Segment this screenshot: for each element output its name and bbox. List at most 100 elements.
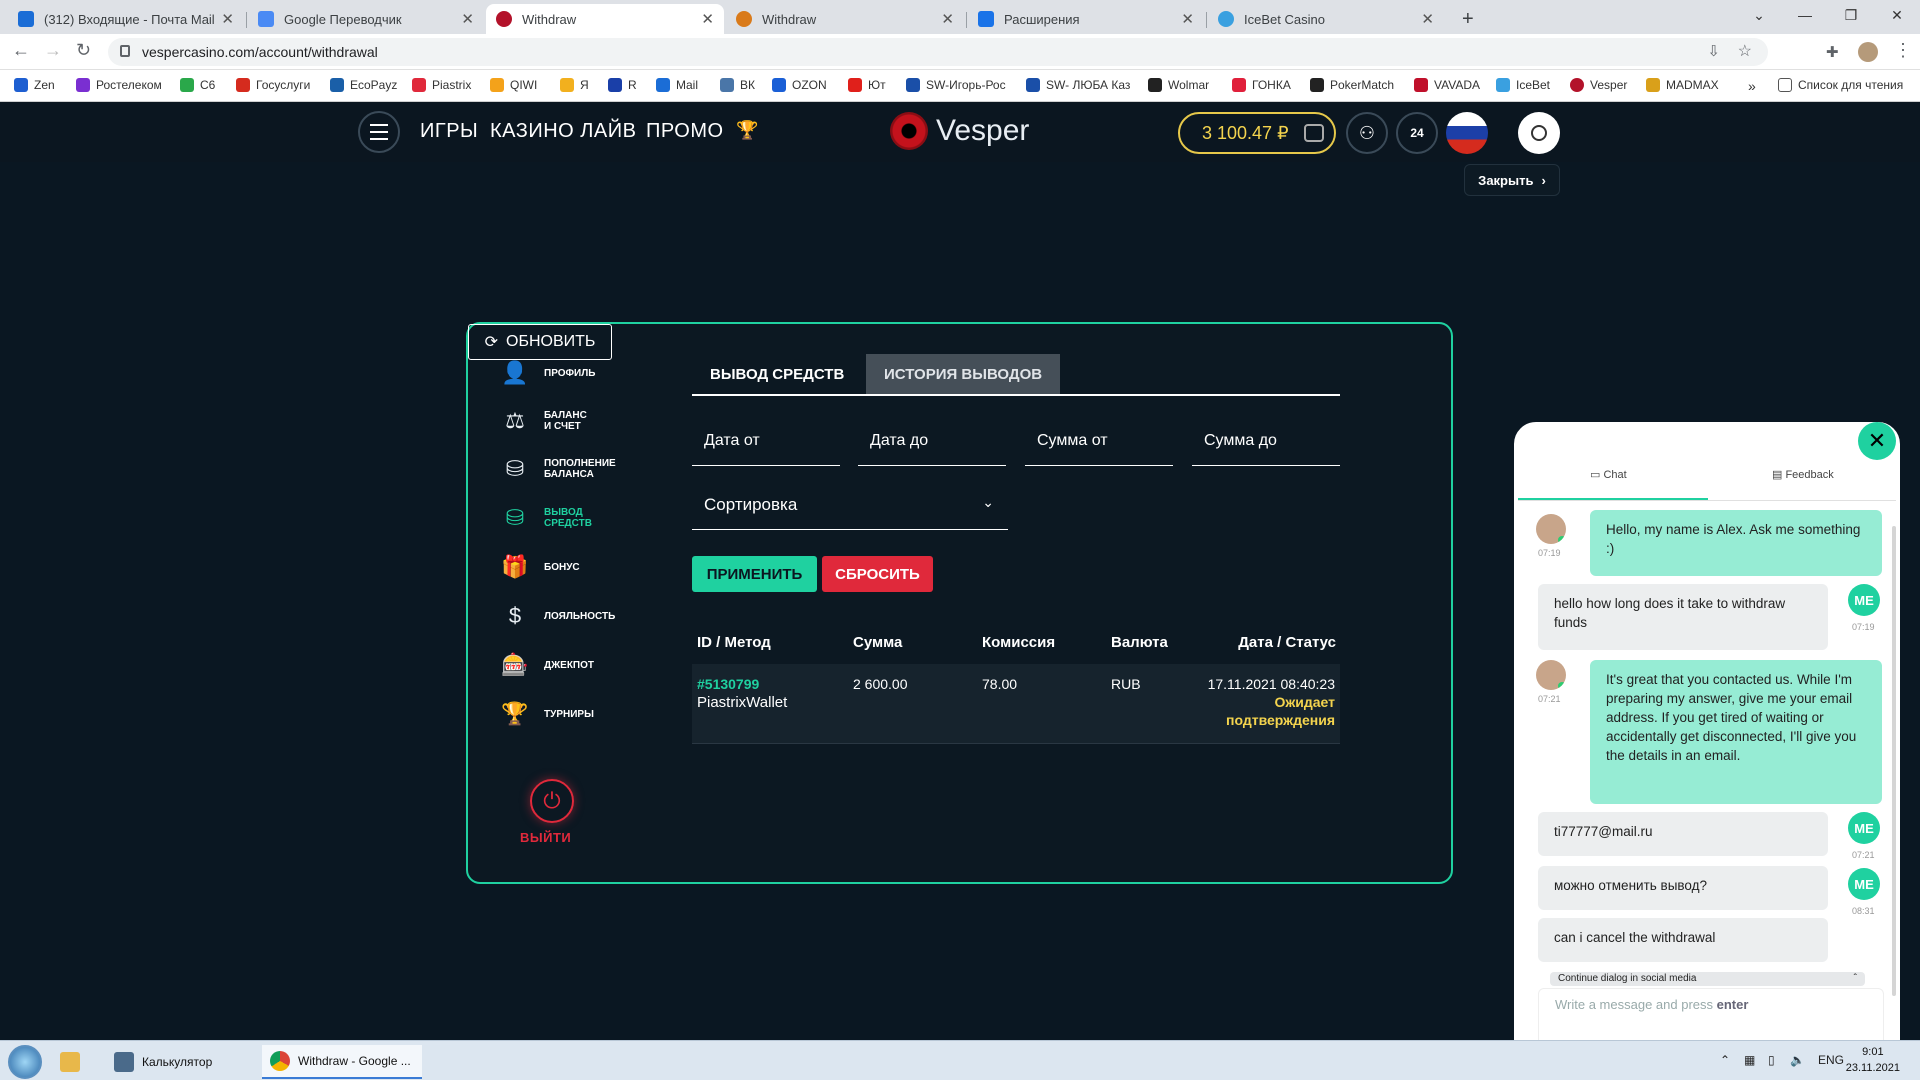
bookmark-mail[interactable]: Mail: [656, 78, 698, 92]
close-tab-icon[interactable]: ✕: [1421, 10, 1434, 28]
sort-select[interactable]: Сортировка ⌄: [692, 480, 1008, 530]
back-icon[interactable]: ←: [12, 40, 30, 61]
network-icon[interactable]: ▦: [1744, 1053, 1755, 1067]
date-from-field[interactable]: Дата от: [692, 416, 840, 466]
sidebar-item-profile[interactable]: 👤 Профиль: [498, 356, 634, 390]
sidebar-item-withdraw[interactable]: ⛁ Вывод средств: [498, 501, 594, 535]
close-tab-icon[interactable]: ✕: [221, 10, 234, 28]
bookmark-sw-igor[interactable]: SW-Игорь-Рос: [906, 78, 1006, 92]
date-to-field[interactable]: Дата до: [858, 416, 1006, 466]
feedback-tab[interactable]: ▤ Feedback: [1772, 468, 1834, 481]
language-russia-flag-icon[interactable]: [1446, 112, 1488, 154]
sidebar-item-balance[interactable]: ⚖ Баланс и счет: [498, 404, 594, 438]
sidebar-item-loyalty[interactable]: $ Лояльность: [498, 599, 634, 633]
tab-search-icon[interactable]: ⌄: [1736, 0, 1782, 30]
vesper-logo[interactable]: Vesper: [890, 112, 1029, 150]
social-media-dialog-bar[interactable]: Continue dialog in social media ˆ: [1550, 972, 1865, 986]
address-bar[interactable]: vespercasino.com/account/withdrawal ⇩ ☆: [108, 38, 1768, 66]
close-button[interactable]: Закрыть ›: [1464, 164, 1560, 196]
bookmark-vavada[interactable]: VAVADA: [1414, 78, 1480, 92]
close-tab-icon[interactable]: ✕: [1181, 10, 1194, 28]
browser-tab-translate[interactable]: Google Переводчик ✕: [248, 4, 484, 34]
search-button[interactable]: [1518, 112, 1560, 154]
sidebar-item-bonus[interactable]: 🎁 Бонус: [498, 550, 634, 584]
volume-icon[interactable]: 🔈: [1790, 1053, 1805, 1067]
logout-label[interactable]: ВЫЙТИ: [520, 830, 571, 845]
chat-tab[interactable]: ▭ Chat: [1590, 468, 1627, 481]
browser-tab-extensions[interactable]: Расширения ✕: [968, 4, 1204, 34]
browser-tab-withdraw-active[interactable]: Withdraw ✕: [486, 4, 724, 34]
bookmark-vk[interactable]: ВК: [720, 78, 755, 92]
close-tab-icon[interactable]: ✕: [701, 10, 714, 28]
forward-icon[interactable]: →: [44, 40, 62, 61]
reset-button[interactable]: СБРОСИТЬ: [822, 556, 933, 592]
bookmark-youtube[interactable]: Ют: [848, 78, 886, 92]
trophy-icon[interactable]: 🏆: [736, 120, 758, 141]
nav-live-casino[interactable]: КАЗИНО ЛАЙВ: [490, 120, 636, 143]
close-tab-icon[interactable]: ✕: [941, 10, 954, 28]
tab-withdraw-history[interactable]: ИСТОРИЯ ВЫВОДОВ: [866, 354, 1061, 394]
bookmark-gonka[interactable]: ГОНКА: [1232, 78, 1291, 92]
bookmark-r[interactable]: R: [608, 78, 637, 92]
profile-avatar-icon[interactable]: [1858, 42, 1878, 62]
close-tab-icon[interactable]: ✕: [461, 10, 474, 28]
taskbar-calculator[interactable]: Калькулятор: [106, 1045, 258, 1079]
bookmark-icebet[interactable]: IceBet: [1496, 78, 1550, 92]
user-icon: 👤: [501, 360, 529, 385]
sidebar-item-jackpot[interactable]: 🎰 Джекпот: [498, 648, 634, 682]
extensions-icon[interactable]: ✚: [1826, 43, 1839, 61]
bookmark-gosuslugi[interactable]: Госуслуги: [236, 78, 310, 92]
logout-button[interactable]: ⏻: [530, 779, 574, 823]
windows-taskbar: Калькулятор Withdraw - Google ... ⌃ ▦ ▯ …: [0, 1040, 1920, 1080]
bookmark-piastrix[interactable]: Piastrix: [412, 78, 471, 92]
withdraw-id-link[interactable]: #5130799: [697, 676, 759, 692]
window-close-button[interactable]: ✕: [1874, 0, 1920, 30]
bookmark-star-icon[interactable]: ☆: [1738, 41, 1752, 61]
bookmark-vesper[interactable]: Vesper: [1570, 78, 1627, 92]
bookmark-c6[interactable]: C6: [180, 78, 215, 92]
sidebar-item-tournaments[interactable]: 🏆 Турниры: [498, 697, 634, 731]
nav-promo[interactable]: ПРОМО: [646, 120, 724, 143]
new-tab-button[interactable]: +: [1452, 4, 1482, 34]
browser-tab-icebet[interactable]: IceBet Casino ✕: [1208, 4, 1444, 34]
tab-withdraw[interactable]: ВЫВОД СРЕДСТВ: [692, 354, 862, 394]
bookmark-wolmar[interactable]: Wolmar: [1148, 78, 1209, 92]
amount-from-field[interactable]: Сумма от: [1025, 416, 1173, 466]
sidebar-item-deposit[interactable]: ⛁ Пополнение баланса: [498, 452, 634, 486]
bookmark-sw-luba[interactable]: SW- ЛЮБА Каз: [1026, 78, 1130, 92]
amount-to-field[interactable]: Сумма до: [1192, 416, 1340, 466]
taskbar-chrome[interactable]: Withdraw - Google ...: [262, 1045, 422, 1079]
start-button[interactable]: [8, 1045, 42, 1079]
balance-button[interactable]: 3 100.47 ₽: [1178, 112, 1336, 154]
bookmark-madmax[interactable]: MADMAX: [1646, 78, 1719, 92]
power-icon[interactable]: ▯: [1768, 1053, 1775, 1067]
language-indicator[interactable]: ENG: [1818, 1053, 1844, 1067]
restore-button[interactable]: ❐: [1828, 0, 1874, 30]
bookmark-rostelecom[interactable]: Ростелеком: [76, 78, 162, 92]
reload-icon[interactable]: ↻: [76, 40, 91, 61]
support-24-button[interactable]: 24: [1396, 112, 1438, 154]
reading-list[interactable]: Список для чтения: [1778, 78, 1903, 92]
chat-scrollbar[interactable]: [1892, 526, 1896, 996]
more-bookmarks-icon[interactable]: »: [1748, 78, 1756, 94]
bookmark-ozon[interactable]: OZON: [772, 78, 827, 92]
explorer-taskbar-icon[interactable]: [60, 1045, 88, 1079]
bookmark-zen[interactable]: Zen: [14, 78, 55, 92]
browser-tab-withdraw[interactable]: Withdraw ✕: [726, 4, 964, 34]
bookmark-qiwi[interactable]: QIWI: [490, 78, 537, 92]
chat-close-button[interactable]: ✕: [1858, 422, 1896, 460]
browser-tab-mail[interactable]: (312) Входящие - Почта Mail.ru ✕: [8, 4, 244, 34]
system-clock[interactable]: 9:01 23.11.2021: [1846, 1044, 1900, 1076]
minimize-button[interactable]: —: [1782, 0, 1828, 30]
apply-button[interactable]: ПРИМЕНИТЬ: [692, 556, 817, 592]
tray-expand-icon[interactable]: ⌃: [1720, 1053, 1730, 1067]
bookmark-pokermatch[interactable]: PokerMatch: [1310, 78, 1394, 92]
refresh-button[interactable]: ⟳ ОБНОВИТЬ: [468, 324, 612, 360]
install-icon[interactable]: ⇩: [1707, 42, 1720, 60]
account-button[interactable]: ⚇: [1346, 112, 1388, 154]
bookmark-ya[interactable]: Я: [560, 78, 589, 92]
nav-games[interactable]: ИГРЫ: [420, 120, 478, 143]
menu-kebab-icon[interactable]: ⋮: [1894, 40, 1912, 61]
bookmark-ecopayz[interactable]: EcoPayz: [330, 78, 397, 92]
burger-menu-button[interactable]: [358, 111, 400, 153]
